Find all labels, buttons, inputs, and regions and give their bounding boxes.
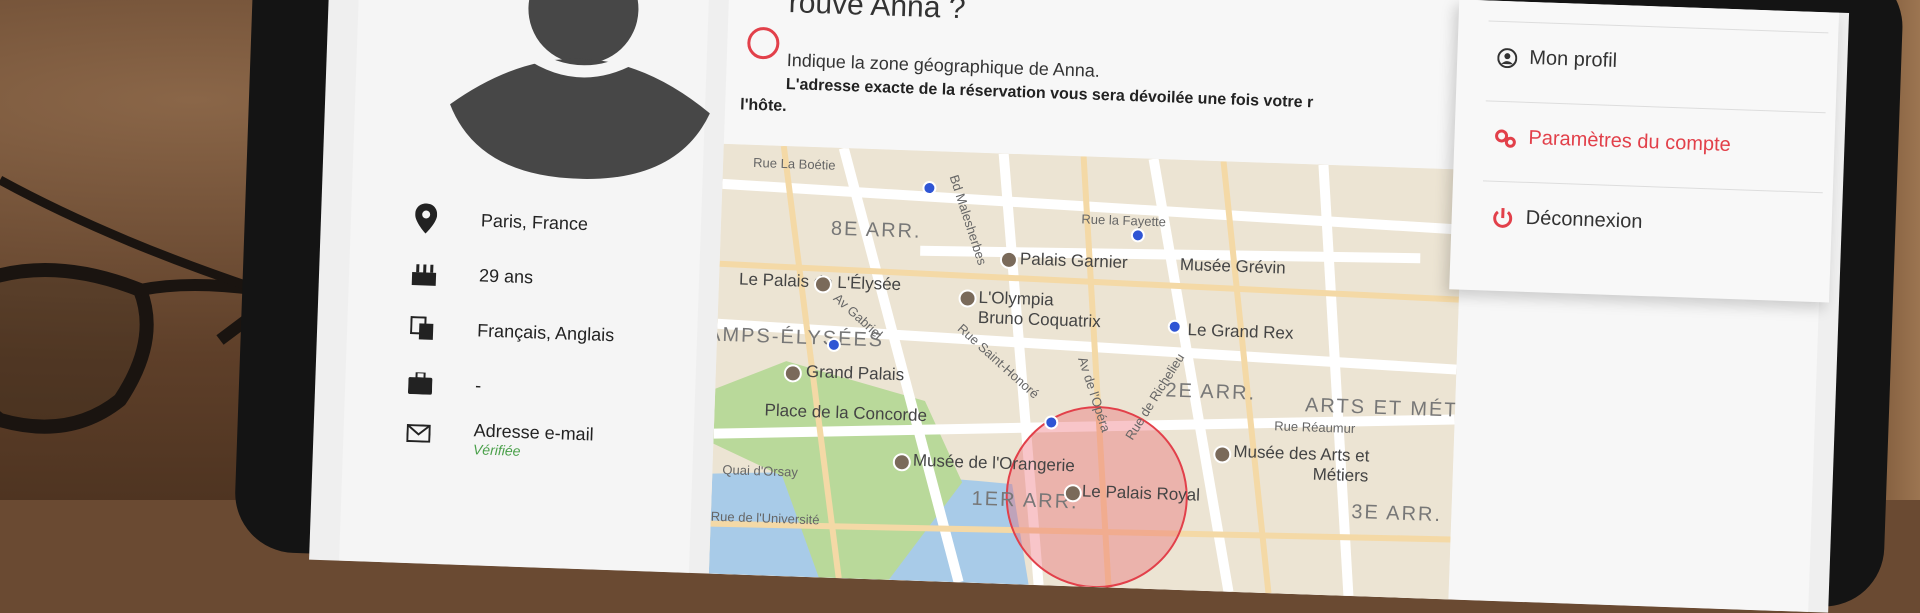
map-label-boetie: Rue La Boétie [753,155,836,173]
menu-item-profile[interactable]: Mon profil [1497,46,1618,73]
map-label-grevin: Musée Grévin [1180,255,1286,279]
tablet-screen: Paris, France 29 ans Français, Anglais - [309,0,1849,613]
location-row: Paris, France [410,198,588,244]
map-label-reaumur: Rue Réaumur [1274,418,1355,436]
address-notice-end: l'hôte. [740,96,787,116]
map-label-arr3: 3E ARR. [1351,501,1442,527]
gears-icon [1494,127,1517,148]
location-map[interactable]: Rue La Boétie Rue la Fayette Bd Malesher… [709,144,1464,600]
menu-item-settings-label: Paramètres du compte [1528,127,1731,157]
map-label-artsmetiers2: Métiers [1312,465,1368,487]
avatar-icon [448,0,715,183]
envelope-icon [403,418,434,449]
menu-divider [1486,100,1826,113]
menu-item-settings[interactable]: Paramètres du compte [1494,126,1731,157]
address-notice: L'adresse exacte de la réservation vous … [786,76,1314,112]
menu-item-logout-label: Déconnexion [1525,207,1642,234]
map-label-lafayette: Rue la Fayette [1081,211,1166,229]
map-label-palaisroyal: Le Palais Royal [1082,482,1201,506]
map-label-orsay: Quai d'Orsay [722,462,798,480]
menu-divider [1489,20,1829,33]
translate-icon [407,313,438,344]
age-text: 29 ans [479,265,534,288]
job-row: - [405,363,482,406]
map-label-grandpalais: Grand Palais [806,362,905,385]
email-row: Adresse e-mail Vérifiée [403,418,594,465]
birthday-cake-icon [409,258,440,289]
power-icon [1491,206,1514,229]
map-label-olympia2: Bruno Coquatrix [978,308,1101,332]
map-pin-icon [411,203,442,234]
menu-item-logout[interactable]: Déconnexion [1491,206,1642,234]
profile-sidebar: Paris, France 29 ans Français, Anglais - [339,0,710,573]
briefcase-icon [405,368,436,399]
user-circle-icon [1497,47,1518,68]
age-row: 29 ans [408,253,533,297]
map-label-garnier: Palais Garnier [1020,249,1128,273]
languages-row: Français, Anglais [407,308,615,355]
account-dropdown-menu: Mon profil Paramètres du compte Déconnex… [1449,0,1839,303]
map-label-arr2: 2E ARR. [1165,379,1256,405]
location-text: Paris, France [481,210,589,235]
map-label-grandrex: Le Grand Rex [1187,320,1293,344]
menu-divider [1483,180,1823,193]
step-radio[interactable] [747,27,780,60]
page-heading: rouve Anna ? [788,0,966,26]
map-label-arr8: 8E ARR. [831,218,922,244]
map-label-olympia1: L'Olympia [978,288,1054,311]
job-text: - [475,375,482,396]
menu-item-profile-label: Mon profil [1529,47,1618,73]
languages-text: Français, Anglais [477,320,615,346]
